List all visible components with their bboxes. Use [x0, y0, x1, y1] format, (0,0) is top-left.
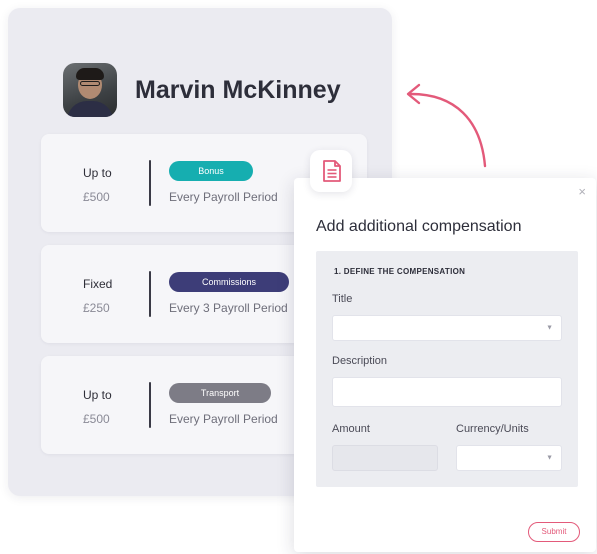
curved-arrow-icon	[406, 83, 487, 168]
document-button[interactable]	[310, 150, 352, 192]
section-title: 1. DEFINE THE COMPENSATION	[334, 267, 466, 276]
compensation-badge: Commissions	[169, 272, 289, 292]
employee-name: Marvin McKinney	[135, 75, 341, 104]
divider	[149, 271, 151, 317]
modal-title: Add additional compensation	[316, 218, 522, 235]
chevron-down-icon: ▼	[546, 324, 553, 332]
amount-field[interactable]	[332, 445, 438, 471]
close-icon[interactable]: ×	[578, 184, 586, 199]
chevron-down-icon: ▼	[546, 454, 553, 462]
compensation-period: Every Payroll Period	[169, 412, 278, 426]
description-field[interactable]	[332, 377, 562, 407]
compensation-amount: £250	[83, 301, 110, 315]
profile-header: Marvin McKinney	[63, 63, 341, 117]
compensation-amount: £500	[83, 412, 110, 426]
compensation-period: Every 3 Payroll Period	[169, 301, 288, 315]
compensation-type: Up to	[83, 166, 112, 180]
currency-select[interactable]: ▼	[456, 445, 562, 471]
add-compensation-modal: × Add additional compensation 1. DEFINE …	[294, 178, 596, 552]
title-select[interactable]: ▼	[332, 315, 562, 341]
compensation-type: Up to	[83, 388, 112, 402]
define-compensation-section: 1. DEFINE THE COMPENSATION Title ▼ Descr…	[316, 251, 578, 487]
divider	[149, 382, 151, 428]
currency-label: Currency/Units	[456, 423, 529, 435]
compensation-amount: £500	[83, 190, 110, 204]
submit-button[interactable]: Submit	[528, 522, 580, 542]
title-label: Title	[332, 293, 353, 305]
divider	[149, 160, 151, 206]
compensation-badge: Transport	[169, 383, 271, 403]
description-label: Description	[332, 355, 388, 367]
compensation-type: Fixed	[83, 277, 113, 291]
document-icon	[323, 160, 341, 182]
compensation-badge: Bonus	[169, 161, 253, 181]
amount-label: Amount	[332, 423, 370, 435]
compensation-period: Every Payroll Period	[169, 190, 278, 204]
avatar	[63, 63, 117, 117]
